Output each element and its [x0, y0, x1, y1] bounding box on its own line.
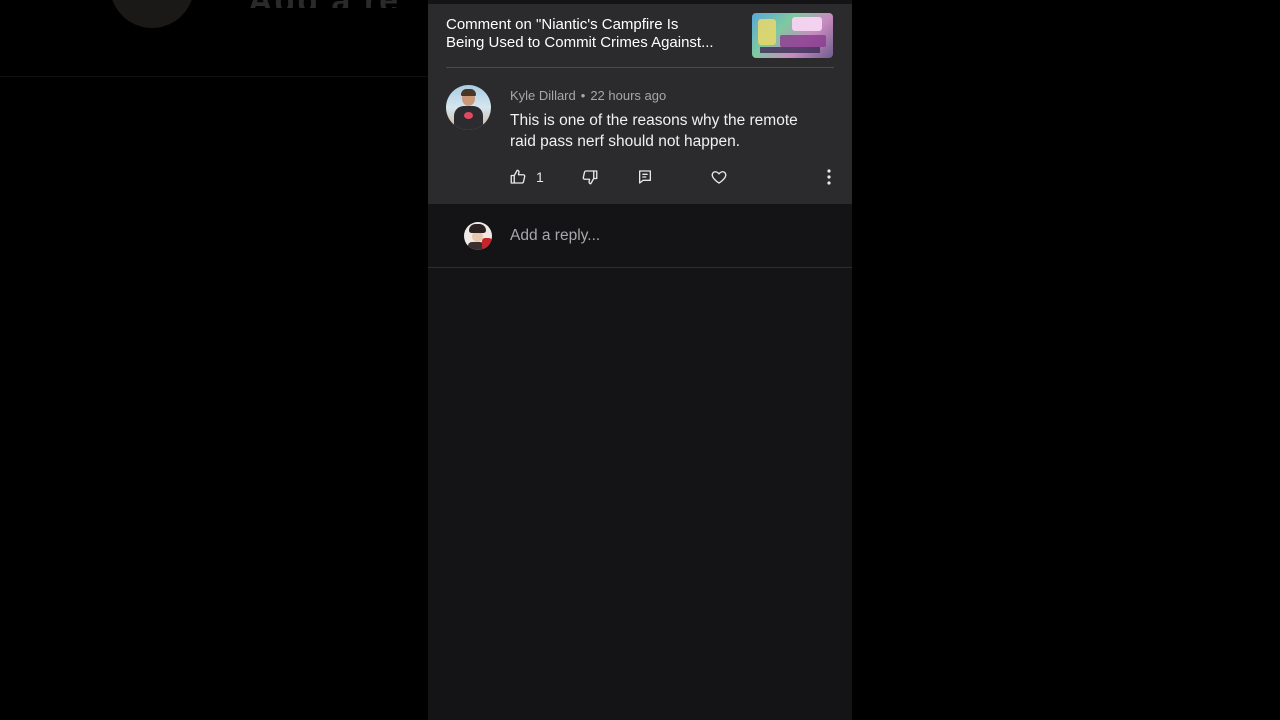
- comment-text-line-2: raid pass nerf should not happen.: [510, 133, 741, 150]
- context-line-2: Being Used to Commit Crimes Against...: [446, 34, 714, 51]
- comment-text-line-1: This is one of the reasons why the remot…: [510, 112, 798, 129]
- comment-text: This is one of the reasons why the remot…: [510, 110, 830, 152]
- comment-actions: 1: [428, 164, 852, 190]
- comment-time: 22 hours ago: [590, 88, 667, 103]
- more-vertical-icon: [826, 168, 832, 186]
- divider: [446, 67, 834, 68]
- context-line-1: Comment on "Niantic's Campfire Is: [446, 16, 679, 33]
- meta-separator: •: [580, 88, 586, 103]
- background-divider: [0, 76, 428, 77]
- thumbs-up-icon: [509, 168, 527, 186]
- reply-input[interactable]: [510, 224, 830, 248]
- heart-icon: [710, 168, 728, 186]
- background-blurred-title: Add a re: [248, 0, 428, 8]
- reply-composer: [428, 204, 852, 268]
- comment-meta: Kyle Dillard • 22 hours ago: [510, 88, 666, 103]
- background-avatar: [110, 0, 194, 28]
- dislike-button[interactable]: [581, 166, 599, 188]
- comment-icon: [637, 169, 653, 185]
- heart-button[interactable]: [710, 166, 728, 188]
- commenter-avatar[interactable]: [446, 85, 491, 130]
- reply-button[interactable]: [637, 166, 653, 188]
- video-context-link[interactable]: Comment on "Niantic's Campfire Is Being …: [446, 16, 746, 52]
- more-options-button[interactable]: [826, 166, 832, 188]
- like-count: 1: [536, 169, 544, 185]
- comment-author[interactable]: Kyle Dillard: [510, 88, 576, 103]
- comment-panel: Comment on "Niantic's Campfire Is Being …: [428, 0, 852, 720]
- comment-card: Comment on "Niantic's Campfire Is Being …: [428, 4, 852, 204]
- user-avatar: [464, 222, 492, 250]
- like-button[interactable]: 1: [509, 166, 544, 188]
- thumbs-down-icon: [581, 168, 599, 186]
- video-thumbnail[interactable]: [752, 13, 833, 58]
